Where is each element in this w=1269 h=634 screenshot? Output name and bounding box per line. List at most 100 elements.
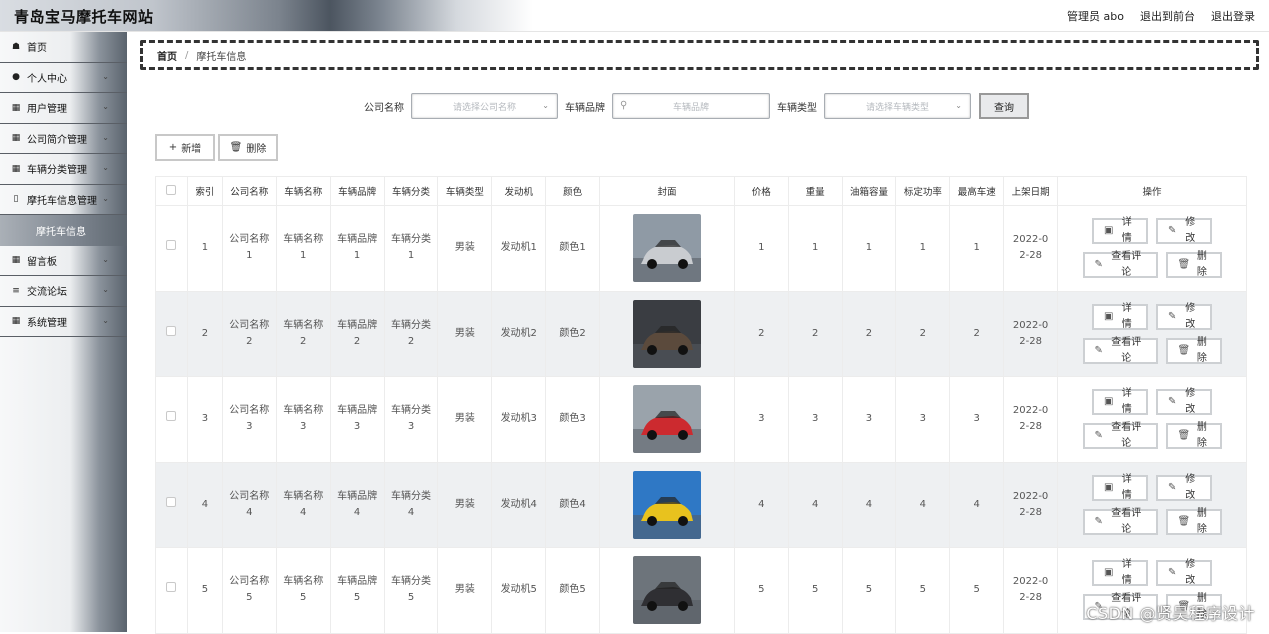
cell-tank: 1: [841, 205, 897, 292]
motorcycle-table: 索引 公司名称 车辆名称 车辆品牌 车辆分类 车辆类型 发动机 颜色 封面 价格 重量 油箱容量 标定功…: [155, 176, 1247, 634]
cell-power: 5: [895, 547, 951, 634]
cell-power: 1: [895, 205, 951, 292]
detail-button[interactable]: ▣ 详情: [1092, 388, 1149, 416]
query-button[interactable]: 查询: [979, 93, 1029, 119]
cell-name: 车辆名称1: [275, 205, 331, 292]
breadcrumb-home[interactable]: 首页: [157, 48, 177, 63]
sliders-icon: ≡: [12, 285, 20, 296]
edit-button[interactable]: ✎ 修改: [1156, 388, 1213, 416]
delete-button[interactable]: 🗑 删除: [1165, 508, 1222, 535]
row-checkbox-cell[interactable]: [155, 290, 188, 377]
cell-weight: 1: [787, 205, 843, 292]
logout-link[interactable]: 退出登录: [1211, 8, 1255, 24]
comments-label: 查看评论: [1111, 336, 1142, 364]
delete-button[interactable]: 🗑 删除: [1165, 337, 1222, 364]
delete-button[interactable]: 🗑 删除: [1165, 422, 1222, 450]
cell-type: 男装: [437, 461, 493, 548]
edit-button[interactable]: ✎ 修改: [1156, 559, 1213, 587]
batch-delete-button[interactable]: 🗑 删除: [218, 134, 278, 161]
cell-index: 2: [186, 290, 223, 377]
row-checkbox[interactable]: [166, 496, 177, 507]
cell-engine: 发动机4: [491, 461, 547, 548]
column-header: 颜色: [545, 176, 601, 206]
row-checkbox-cell[interactable]: [155, 461, 188, 548]
cell-type: 男装: [437, 205, 493, 292]
cell-name: 车辆名称3: [275, 376, 331, 463]
sidebar-item[interactable]: ▦ 系统管理 ⌄: [0, 307, 127, 337]
column-header: 车辆类型: [437, 176, 493, 206]
row-checkbox-cell[interactable]: [155, 376, 188, 463]
breadcrumb-current: 摩托车信息: [196, 51, 247, 63]
cell-price: 2: [733, 290, 789, 377]
chevron-down-icon: ⌄: [102, 132, 109, 142]
detail-icon: ▣: [1104, 481, 1114, 493]
comments-label: 查看评论: [1111, 507, 1142, 535]
detail-button[interactable]: ▣ 详情: [1092, 303, 1149, 330]
column-header: 最高车速: [949, 176, 1005, 206]
cell-speed: 2: [949, 290, 1005, 377]
edit-button[interactable]: ✎ 修改: [1156, 217, 1213, 245]
sidebar-item[interactable]: ▦ 车辆分类管理 ⌄: [0, 154, 127, 185]
cell-weight: 4: [787, 461, 843, 548]
view-comments-button[interactable]: ✎ 查看评论: [1082, 422, 1158, 450]
watermark: CSDN @贤昊程序设计: [1086, 604, 1255, 623]
cell-name: 车辆名称4: [275, 461, 331, 548]
cell-operations: ▣ 详情 ✎ 修改 ✎ 查看评论 🗑 删除: [1057, 205, 1247, 292]
cover-image: [632, 299, 701, 368]
edit-button[interactable]: ✎ 修改: [1156, 473, 1213, 501]
column-header: 上架日期: [1003, 176, 1059, 206]
cell-brand: 车辆品牌5: [329, 547, 385, 634]
brand-search-input[interactable]: ⚲ 车辆品牌: [612, 93, 770, 119]
view-comments-button[interactable]: ✎ 查看评论: [1082, 507, 1158, 535]
row-checkbox[interactable]: [166, 325, 177, 336]
sidebar-item[interactable]: ≡ 交流论坛 ⌄: [0, 276, 127, 307]
row-checkbox-cell[interactable]: [155, 547, 188, 634]
detail-button[interactable]: ▣ 详情: [1092, 474, 1149, 501]
row-checkbox[interactable]: [166, 240, 177, 251]
batch-delete-label: 删除: [246, 144, 267, 155]
company-select[interactable]: 请选择公司名称 ⌄: [411, 93, 558, 119]
detail-button[interactable]: ▣ 详情: [1092, 217, 1149, 245]
grid-icon: ▦: [11, 255, 21, 266]
edit-button[interactable]: ✎ 修改: [1156, 303, 1213, 330]
row-checkbox-cell[interactable]: [155, 205, 188, 292]
sidebar-item[interactable]: ▦ 留言板 ⌄: [0, 246, 127, 276]
checkbox[interactable]: [166, 184, 177, 195]
type-select[interactable]: 请选择车辆类型 ⌄: [824, 93, 971, 119]
sidebar-subitem-active[interactable]: 摩托车信息: [0, 215, 127, 246]
row-checkbox[interactable]: [166, 411, 177, 422]
edit-label: 修改: [1185, 473, 1196, 501]
select-all-checkbox[interactable]: [155, 176, 188, 206]
cell-type: 男装: [437, 376, 493, 463]
cover-image: [632, 214, 701, 283]
sidebar-item[interactable]: ☗ 首页: [0, 32, 127, 63]
cell-category: 车辆分类5: [383, 547, 439, 634]
row-checkbox[interactable]: [166, 582, 177, 593]
edit-icon: ✎: [1168, 310, 1177, 322]
add-button[interactable]: + 新增: [155, 134, 215, 161]
cell-weight: 3: [787, 376, 843, 463]
table-row: 2 公司名称2 车辆名称2 车辆品牌2 车辆分类2 男装 发动机2 颜色2 2 2 2 2 2 2022-…: [155, 290, 1247, 377]
delete-button[interactable]: 🗑 删除: [1165, 251, 1222, 279]
cell-cover: [599, 461, 735, 548]
back-to-front-link[interactable]: 退出到前台: [1140, 8, 1195, 24]
detail-icon: ▣: [1104, 396, 1114, 408]
sidebar-item[interactable]: ▯ 摩托车信息管理 ⌄: [0, 185, 127, 215]
view-comments-button[interactable]: ✎ 查看评论: [1082, 251, 1158, 279]
brand-placeholder: 车辆品牌: [672, 102, 709, 113]
sidebar-item[interactable]: ● 个人中心 ⌄: [0, 63, 127, 93]
sidebar-item[interactable]: ▦ 公司简介管理 ⌄: [0, 124, 127, 154]
column-header: 车辆品牌: [329, 176, 385, 206]
trash-icon: 🗑: [1177, 430, 1191, 442]
cell-category: 车辆分类2: [383, 290, 439, 377]
cell-speed: 4: [949, 461, 1005, 548]
sidebar-item-label: 交流论坛: [27, 287, 67, 299]
detail-button[interactable]: ▣ 详情: [1092, 559, 1149, 587]
chevron-down-icon: ⌄: [102, 71, 109, 81]
edit-icon: ✎: [1168, 481, 1177, 493]
view-comments-button[interactable]: ✎ 查看评论: [1082, 336, 1158, 364]
cell-company: 公司名称4: [221, 461, 277, 548]
column-header: 发动机: [491, 176, 547, 206]
cell-company: 公司名称5: [221, 547, 277, 634]
search-icon: ⚲: [620, 100, 628, 111]
